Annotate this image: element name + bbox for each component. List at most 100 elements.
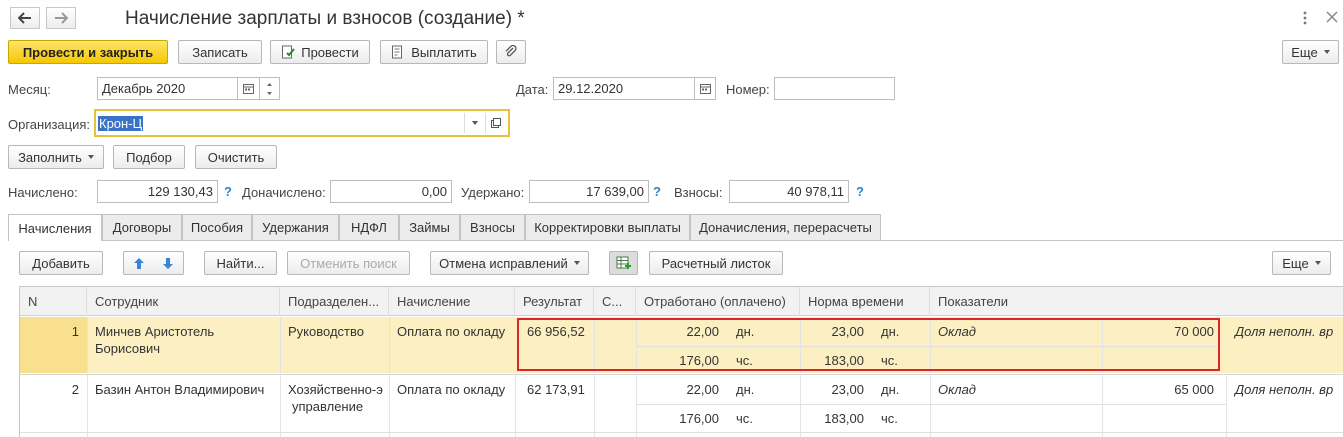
organization-label: Организация: [8,117,91,132]
withheld-help-icon[interactable]: ? [653,184,661,199]
forward-button[interactable] [46,7,76,29]
column-header-norm[interactable]: Норма времени [800,287,930,316]
additional-label: Доначислено: [242,185,326,200]
indicator-secondary: Доля неполн. вр [1235,382,1334,397]
date-input[interactable]: 29.12.2020 [553,77,695,100]
column-header-worked[interactable]: Отработано (оплачено) [636,287,800,316]
show-indicators-toggle[interactable] [609,251,638,275]
result-value: 62 173,91 [527,382,585,397]
tab-loans[interactable]: Займы [399,214,460,240]
tab-payment-adjustments[interactable]: Корректировки выплаты [525,214,690,240]
more-button[interactable]: Еще [1282,40,1339,64]
move-up-button[interactable] [124,252,154,274]
column-header-accrual[interactable]: Начисление [389,287,515,316]
column-header-result[interactable]: Результат [515,287,594,316]
post-button[interactable]: Провести [270,40,370,64]
column-divider [87,317,88,373]
post-and-close-button[interactable]: Провести и закрыть [8,40,168,64]
accrued-help-icon[interactable]: ? [224,184,232,199]
column-divider [389,317,390,373]
tabs-divider [8,240,1343,241]
select-button[interactable]: Подбор [113,145,185,169]
indicator-name: Оклад [938,382,976,397]
table-more-button[interactable]: Еще [1272,251,1331,275]
arrow-up-icon [133,257,144,269]
cancel-search-button[interactable]: Отменить поиск [287,251,410,275]
month-input[interactable]: Декабрь 2020 [97,77,238,100]
arrow-down-icon [163,257,174,269]
tab-contracts[interactable]: Договоры [102,214,182,240]
move-down-button[interactable] [154,252,184,274]
column-divider [594,375,595,437]
column-divider [87,375,88,437]
pay-button-label: Выплатить [411,44,477,60]
employee-name-line2: Борисович [95,341,161,356]
chevron-down-icon [87,155,94,159]
page-title: Начисление зарплаты и взносов (создание)… [125,8,525,29]
pay-document-icon [392,45,403,59]
column-header-n[interactable]: N [20,287,87,316]
indicator-value: 65 000 [1174,382,1214,397]
number-input[interactable] [774,77,895,100]
payslip-button[interactable]: Расчетный листок [649,251,783,275]
withheld-value[interactable]: 17 639,00 [529,180,649,203]
column-divider [515,375,516,437]
organization-input[interactable]: Крон-Ц [94,109,510,137]
organization-value: Крон-Ц [98,115,144,131]
pay-button[interactable]: Выплатить [380,40,488,64]
tab-deductions[interactable]: Удержания [252,214,339,240]
add-button[interactable]: Добавить [19,251,103,275]
attach-button[interactable] [496,40,526,64]
number-label: Номер: [726,82,770,97]
tab-ndfl[interactable]: НДФЛ [339,214,399,240]
column-header-department[interactable]: Подразделен... [280,287,389,316]
worked-hours-unit: чс. [736,411,753,426]
find-button[interactable]: Найти... [204,251,277,275]
department-line2: управление [292,399,364,414]
contributions-help-icon[interactable]: ? [856,184,864,199]
chevron-down-icon [1323,50,1330,54]
tab-contributions[interactable]: Взносы [460,214,525,240]
organization-dropdown-button[interactable] [464,113,484,133]
organization-open-button[interactable] [485,113,505,133]
more-button-label: Еще [1291,44,1318,60]
move-buttons [123,251,184,275]
tab-accruals[interactable]: Начисления [8,214,102,241]
back-button[interactable] [10,7,40,29]
worked-hours: 176,00 [679,411,719,426]
additional-value[interactable]: 0,00 [330,180,452,203]
column-divider [1226,375,1227,437]
cancel-corrections-button[interactable]: Отмена исправлений [430,251,589,275]
tab-recalculations[interactable]: Доначисления, перерасчеты [690,214,881,240]
tab-benefits[interactable]: Пособия [182,214,252,240]
paperclip-icon [505,45,517,57]
column-header-indicators[interactable]: Показатели [930,287,1343,316]
month-spinner[interactable] [259,77,280,100]
save-button[interactable]: Записать [178,40,262,64]
row-separator [20,432,1343,433]
column-divider [930,375,931,437]
month-calendar-button[interactable] [237,77,260,100]
norm-hours-unit: чс. [881,411,898,426]
date-calendar-button[interactable] [694,77,716,100]
calendar-icon [699,84,711,94]
column-header-employee[interactable]: Сотрудник [87,287,280,316]
spinner-icon [267,82,272,95]
contributions-value[interactable]: 40 978,11 [729,180,849,203]
date-label: Дата: [516,82,549,97]
clear-button[interactable]: Очистить [195,145,277,169]
close-icon[interactable] [1325,9,1339,25]
department: Руководство [288,324,364,339]
fill-button[interactable]: Заполнить [8,145,104,169]
column-divider [280,375,281,437]
calendar-icon [243,84,254,94]
accrued-value[interactable]: 129 130,43 [97,180,218,203]
chevron-down-icon [573,261,580,265]
kebab-menu-icon[interactable] [1301,10,1309,26]
column-divider [280,317,281,373]
accrual-type: Оплата по окладу [397,324,506,339]
chevron-down-icon [471,121,478,125]
column-header-c[interactable]: С... [594,287,636,316]
table-more-label: Еще [1282,255,1309,271]
highlight-frame [517,318,1220,371]
